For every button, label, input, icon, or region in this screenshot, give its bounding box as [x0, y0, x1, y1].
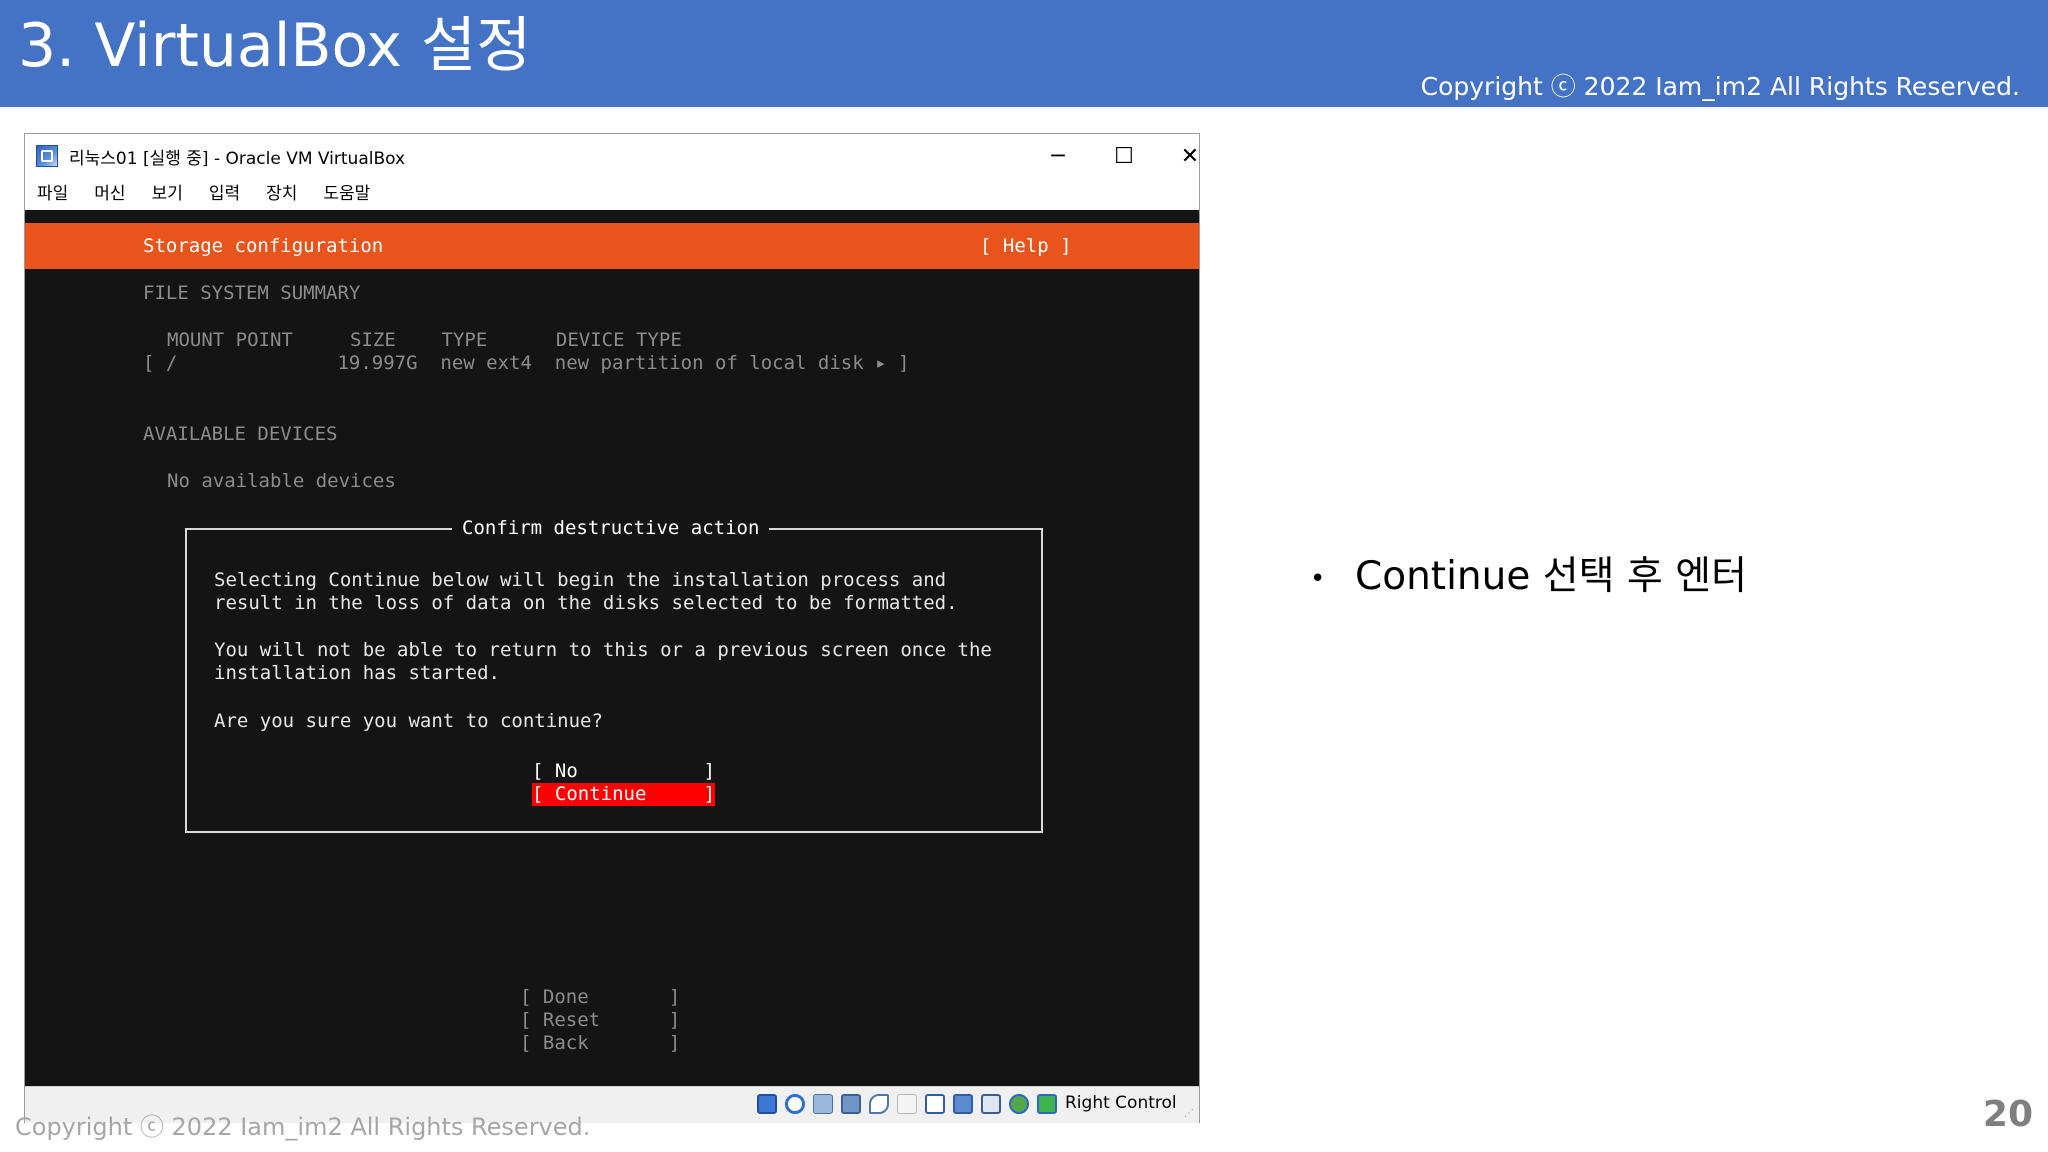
menu-item-file[interactable]: 파일 [37, 178, 68, 210]
bullet-icon: • [1310, 563, 1326, 594]
video-capture-icon[interactable] [953, 1094, 973, 1114]
slide-title: 3. VirtualBox 설정 [18, 11, 532, 81]
usb-icon[interactable] [869, 1094, 889, 1114]
menu-item-input[interactable]: 입력 [209, 178, 240, 210]
fs-table-row[interactable]: [ / 19.997G new ext4 new partition of lo… [143, 352, 909, 375]
host-key-label: Right Control [1065, 1093, 1177, 1113]
menu-bar: 파일 머신 보기 입력 장치 도움말 [25, 178, 1199, 210]
bullet-text: Continue 선택 후 엔터 [1355, 554, 1747, 599]
page-number: 20 [1982, 1094, 2033, 1135]
fs-summary-heading: FILE SYSTEM SUMMARY [143, 282, 361, 304]
no-button[interactable]: [ No ] [532, 760, 715, 783]
keyboard-icon[interactable] [1037, 1094, 1057, 1114]
shared-folders-icon[interactable] [897, 1094, 917, 1114]
dialog-text-line-5: Are you sure you want to continue? [214, 710, 603, 732]
menu-item-devices[interactable]: 장치 [266, 178, 297, 210]
slide-copyright-bottom: Copyright ⓒ 2022 Iam_im2 All Rights Rese… [15, 1113, 591, 1141]
available-devices-empty: No available devices [167, 470, 396, 492]
slide-copyright-top: Copyright ⓒ 2022 Iam_im2 All Rights Rese… [1420, 72, 2020, 101]
virtualbox-window: 리눅스01 [실행 중] - Oracle VM VirtualBox ─ ☐ … [24, 133, 1200, 1123]
dialog-text-line-4: installation has started. [214, 662, 500, 684]
continue-button[interactable]: [ Continue ] [532, 783, 716, 806]
menu-item-view[interactable]: 보기 [152, 178, 183, 210]
audio-icon[interactable] [813, 1094, 833, 1114]
mouse-integration-icon[interactable] [1009, 1094, 1029, 1114]
close-icon[interactable]: ✕ [1157, 134, 1223, 178]
dialog-text-line-2: result in the loss of data on the disks … [214, 592, 958, 614]
vt-x-icon [981, 1094, 1001, 1114]
minimize-icon[interactable]: ─ [1025, 134, 1091, 178]
menu-item-help[interactable]: 도움말 [323, 178, 370, 210]
hard-disk-icon[interactable] [757, 1094, 777, 1114]
maximize-icon[interactable]: ☐ [1091, 134, 1157, 178]
slide-header: 3. VirtualBox 설정 Copyright ⓒ 2022 Iam_im… [0, 0, 2048, 107]
installer-header-title: Storage configuration [143, 235, 384, 257]
optical-drive-icon[interactable] [785, 1094, 805, 1114]
window-title: 리눅스01 [실행 중] - Oracle VM VirtualBox [69, 149, 406, 169]
help-button[interactable]: [ Help ] [980, 235, 1072, 258]
resize-grip-icon[interactable]: ⋰ [1184, 1108, 1196, 1120]
done-button[interactable]: [ Done ] [520, 986, 680, 1009]
dialog-text-line-1: Selecting Continue below will begin the … [214, 569, 947, 591]
dialog-title: Confirm destructive action [452, 517, 770, 540]
virtualbox-logo-icon [36, 145, 58, 167]
menu-item-machine[interactable]: 머신 [94, 178, 125, 210]
vm-display[interactable]: Storage configuration [ Help ] FILE SYST… [25, 210, 1199, 1086]
back-button[interactable]: [ Back ] [520, 1032, 680, 1055]
network-icon[interactable] [841, 1094, 861, 1114]
bullet-list: • Continue 선택 후 엔터 [1310, 552, 1747, 604]
confirm-dialog: Confirm destructive action Selecting Con… [185, 517, 1043, 833]
display-icon[interactable] [925, 1094, 945, 1114]
available-devices-heading: AVAILABLE DEVICES [143, 423, 338, 445]
dialog-text-line-3: You will not be able to return to this o… [214, 639, 992, 661]
window-title-bar[interactable]: 리눅스01 [실행 중] - Oracle VM VirtualBox ─ ☐ … [25, 134, 1199, 178]
fs-table-header: MOUNT POINT SIZE TYPE DEVICE TYPE [167, 329, 682, 351]
reset-button[interactable]: [ Reset ] [520, 1009, 680, 1032]
